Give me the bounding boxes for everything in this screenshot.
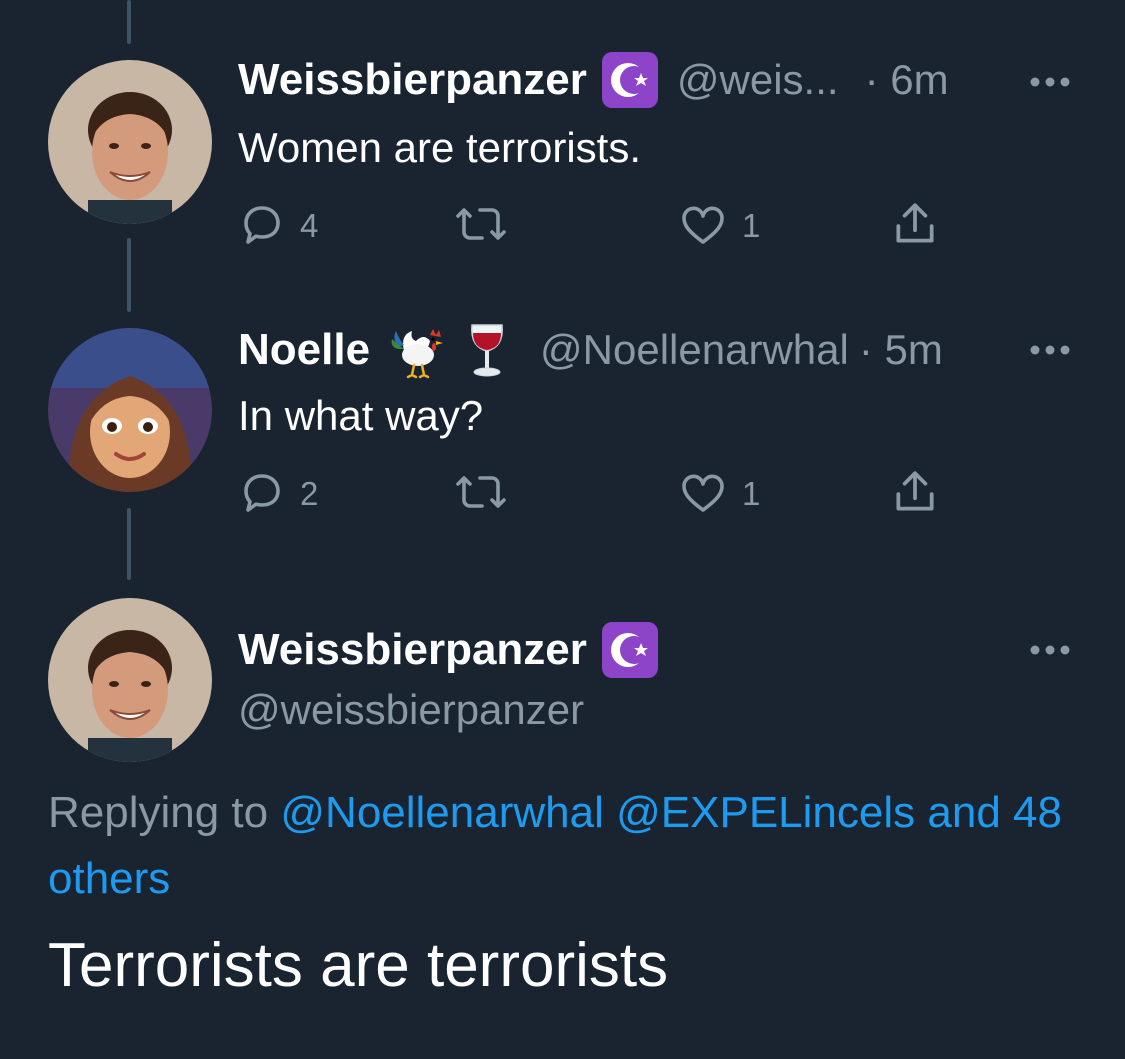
tweet-actions: 2 1 (238, 464, 958, 524)
tweet-text: Terrorists are terrorists (48, 931, 669, 1000)
star-and-crescent-icon (601, 51, 659, 109)
reply-count: 4 (300, 207, 319, 244)
share-icon (890, 199, 940, 254)
thread-connector (127, 238, 131, 312)
tweet-actions: 4 1 (238, 196, 958, 256)
tweet-text: In what way? (238, 392, 484, 439)
thread-connector (127, 508, 131, 580)
replying-and[interactable]: and (927, 788, 1000, 837)
like-button[interactable]: 1 (678, 464, 760, 524)
display-name[interactable]: Weissbierpanzer (238, 625, 587, 675)
mention-link[interactable]: @EXPELincels (616, 788, 915, 837)
timestamp[interactable]: · 5m (859, 326, 943, 374)
like-button[interactable]: 1 (678, 196, 760, 256)
avatar[interactable] (48, 60, 212, 224)
heart-icon (678, 468, 728, 521)
more-options-icon[interactable] (1028, 340, 1072, 360)
like-count: 1 (742, 207, 761, 244)
user-handle[interactable]: @weis... (677, 56, 839, 104)
avatar[interactable] (48, 598, 212, 762)
share-button[interactable] (890, 196, 940, 256)
tweet-text: Women are terrorists. (238, 124, 641, 171)
tweet-thread: Weissbierpanzer @weis... · 6m Women are … (0, 0, 1125, 1059)
mention-link[interactable]: @Noellenarwhal (280, 788, 604, 837)
timestamp[interactable]: · 6m (865, 56, 949, 104)
rooster-icon (390, 321, 448, 379)
heart-icon (678, 200, 728, 253)
user-handle[interactable]: @Noellenarwhal (540, 326, 849, 374)
more-options-icon[interactable] (1028, 640, 1072, 660)
retweet-icon (454, 468, 508, 521)
like-count: 1 (742, 475, 761, 512)
replying-prefix: Replying to (48, 788, 269, 837)
avatar[interactable] (48, 328, 212, 492)
retweet-icon (454, 200, 508, 253)
display-name[interactable]: Noelle (238, 325, 370, 375)
wine-glass-icon (462, 321, 512, 379)
share-button[interactable] (890, 464, 940, 524)
reply-button[interactable]: 2 (238, 464, 318, 524)
retweet-button[interactable] (454, 196, 508, 256)
replying-to: Replying to @Noellenarwhal @EXPELincels … (48, 780, 1088, 912)
star-and-crescent-icon (601, 621, 659, 679)
reply-button[interactable]: 4 (238, 196, 318, 256)
reply-icon (238, 468, 286, 521)
tweet-header: Weissbierpanzer @weis... · 6m (238, 50, 949, 110)
tweet-header: Noelle @Noellenarwhal · 5m (238, 320, 943, 380)
thread-connector (127, 0, 131, 44)
share-icon (890, 467, 940, 522)
display-name[interactable]: Weissbierpanzer (238, 55, 587, 105)
reply-count: 2 (300, 475, 319, 512)
more-options-icon[interactable] (1028, 72, 1072, 92)
retweet-button[interactable] (454, 464, 508, 524)
user-handle[interactable]: @weissbierpanzer (238, 686, 584, 734)
tweet-header: Weissbierpanzer (238, 620, 659, 680)
reply-icon (238, 200, 286, 253)
